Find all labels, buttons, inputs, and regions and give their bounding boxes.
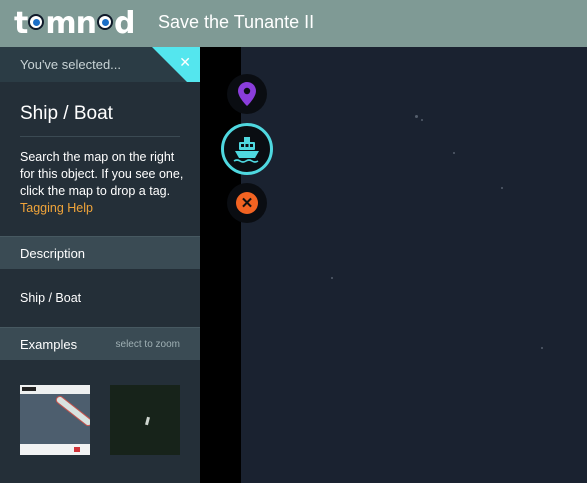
examples-header-label: Examples: [20, 337, 78, 352]
header: t mn d Save the Tunante II: [0, 0, 587, 47]
page-title: Save the Tunante II: [158, 12, 315, 32]
object-title: Ship / Boat: [20, 103, 113, 124]
examples-header: Examples select to zoom: [0, 327, 200, 360]
description-header: Description: [0, 236, 200, 269]
cancel-icon: ✕: [236, 192, 258, 214]
ship-tool-button[interactable]: [221, 123, 273, 175]
divider: [20, 136, 180, 137]
selected-label: You've selected...: [20, 57, 122, 72]
ship-icon: [233, 137, 259, 163]
instructions: Search the map on the right for this obj…: [20, 149, 190, 217]
close-corner[interactable]: [152, 47, 200, 82]
close-icon[interactable]: ✕: [179, 55, 191, 69]
selection-bar: You've selected... ✕: [0, 47, 200, 82]
pin-tool-button[interactable]: [227, 74, 267, 114]
description-header-label: Description: [20, 246, 86, 261]
app: t mn d Save the Tunante II You've selected…: [0, 0, 587, 483]
tagging-help-link[interactable]: Tagging Help: [20, 201, 93, 215]
examples-hint: select to zoom: [115, 339, 180, 350]
map-edge: [200, 47, 241, 483]
satellite-map[interactable]: [241, 47, 587, 483]
tomnod-logo[interactable]: t mn d: [14, 5, 135, 41]
description-text: Ship / Boat: [20, 291, 82, 305]
example-thumbnail-2[interactable]: [110, 385, 180, 455]
instructions-text: Search the map on the right for this obj…: [20, 150, 184, 198]
logo-wordmark: t mn d: [14, 5, 135, 41]
cancel-tool-button[interactable]: ✕: [227, 183, 267, 223]
example-thumbnail-1[interactable]: [20, 385, 90, 455]
sidebar: You've selected... ✕ Ship / Boat Search …: [0, 47, 200, 483]
location-pin-icon: [238, 82, 256, 106]
